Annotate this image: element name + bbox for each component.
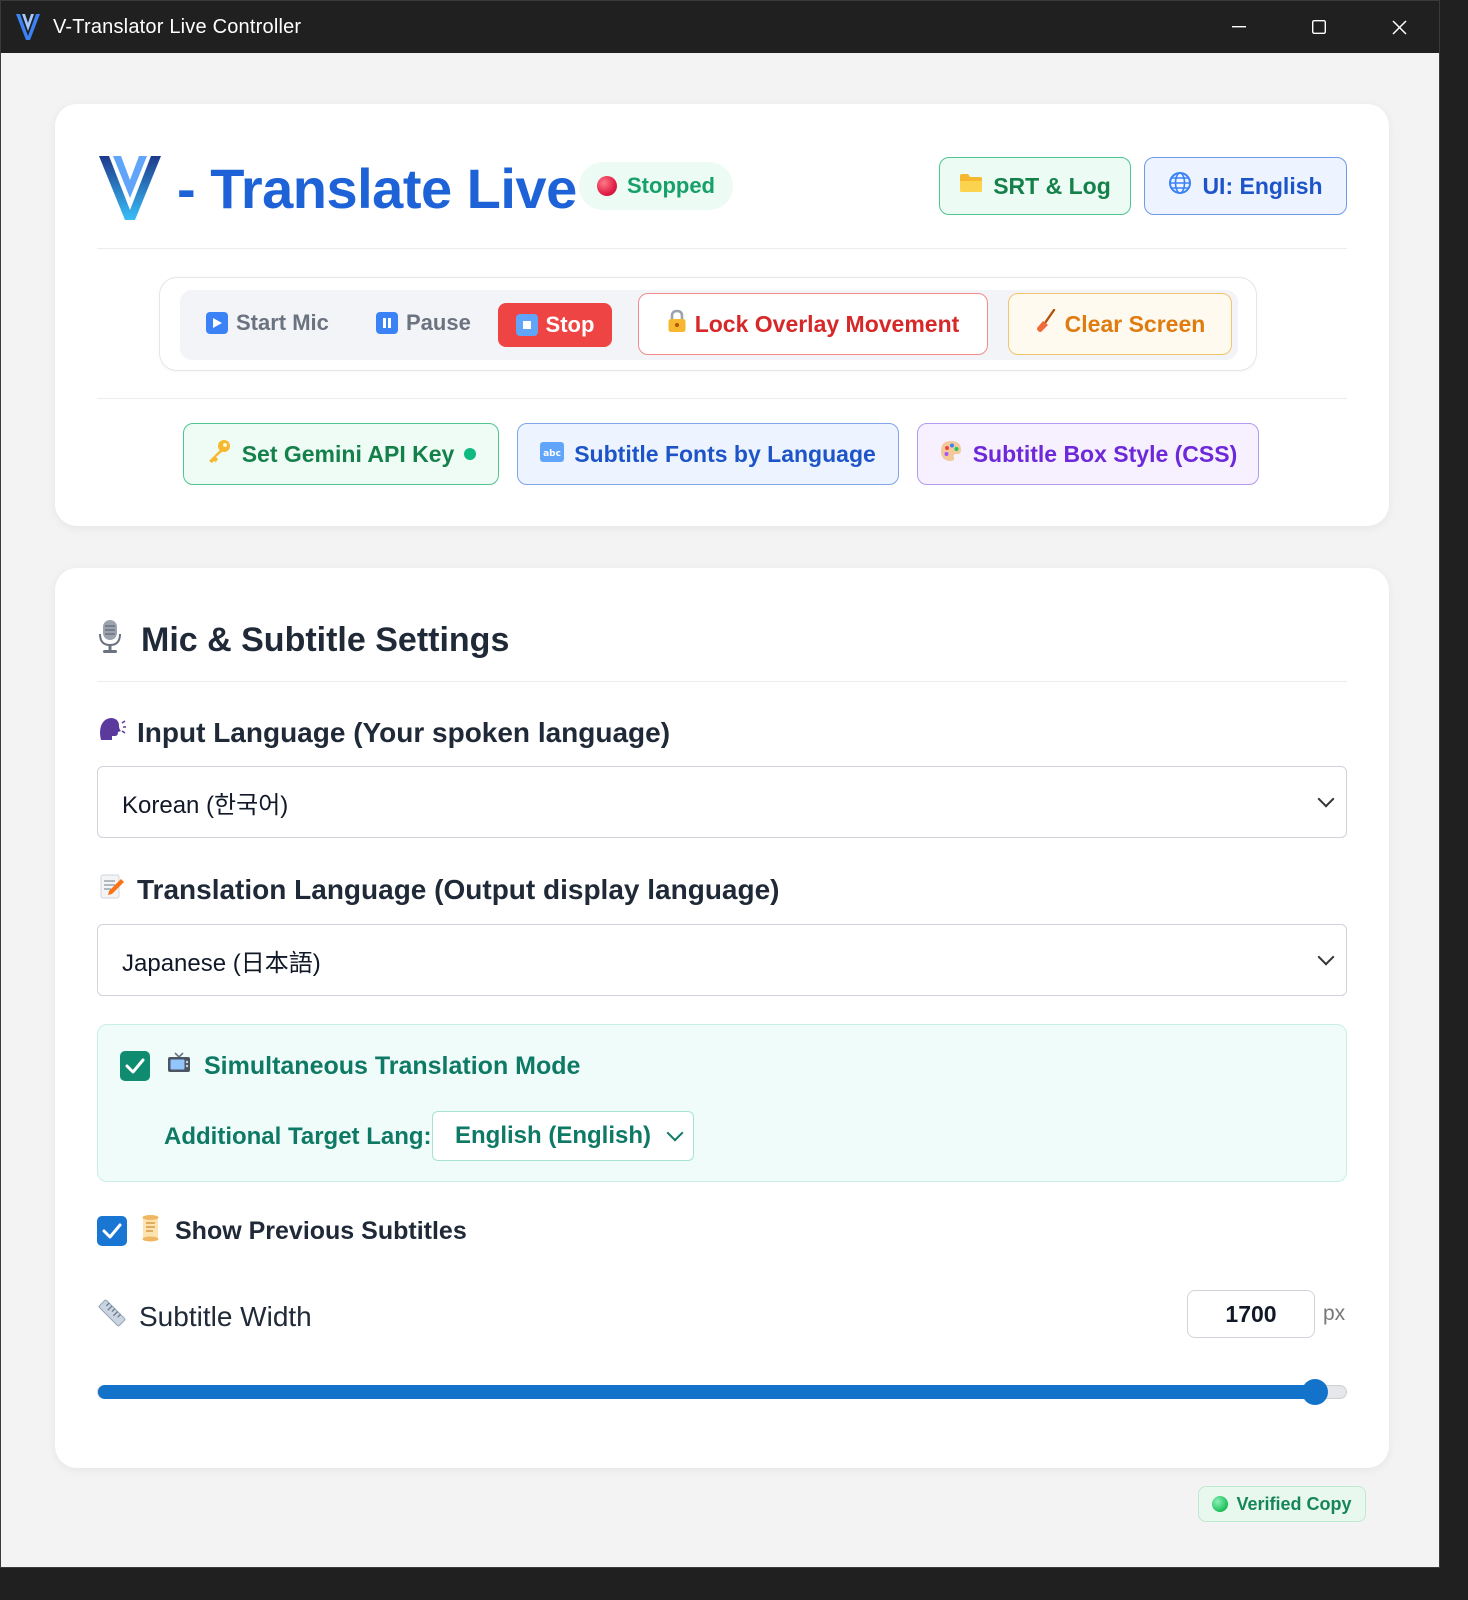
srt-log-label: SRT & Log bbox=[993, 172, 1111, 199]
control-panel-card: - Translate Live Stopped SRT & Log UI: E… bbox=[55, 104, 1389, 526]
divider bbox=[97, 248, 1347, 249]
globe-icon bbox=[1168, 171, 1192, 201]
show-previous-checkbox[interactable] bbox=[97, 1216, 127, 1246]
brand-title: - Translate Live bbox=[177, 157, 577, 220]
subtitle-box-style-label: Subtitle Box Style (CSS) bbox=[972, 440, 1238, 467]
speaking-head-icon bbox=[97, 714, 127, 751]
folder-icon bbox=[959, 173, 983, 199]
section-title: Mic & Subtitle Settings bbox=[97, 618, 509, 663]
lock-icon bbox=[667, 309, 687, 339]
translation-language-label-text: Translation Language (Output display lan… bbox=[137, 873, 780, 905]
lock-overlay-label: Lock Overlay Movement bbox=[694, 310, 960, 337]
srt-log-button[interactable]: SRT & Log bbox=[939, 157, 1131, 215]
slider-fill bbox=[98, 1385, 1315, 1399]
ruler-icon bbox=[97, 1298, 127, 1335]
ui-language-label: UI: English bbox=[1202, 172, 1323, 199]
brand-logo-icon bbox=[97, 152, 163, 222]
show-previous-label-text: Show Previous Subtitles bbox=[175, 1217, 467, 1245]
subtitle-width-slider[interactable] bbox=[97, 1379, 1347, 1405]
input-language-select[interactable]: Korean (한국어) bbox=[97, 766, 1347, 838]
divider bbox=[97, 398, 1347, 399]
green-circle-icon bbox=[1212, 1496, 1229, 1512]
input-language-value: Korean (한국어) bbox=[122, 791, 289, 819]
status-text: Stopped bbox=[627, 173, 715, 198]
show-previous-label: Show Previous Subtitles bbox=[139, 1214, 467, 1249]
subtitle-width-label: Subtitle Width bbox=[97, 1298, 312, 1335]
minimize-button[interactable] bbox=[1199, 1, 1279, 53]
ui-language-button[interactable]: UI: English bbox=[1144, 157, 1347, 215]
mic-subtitle-settings-card: Mic & Subtitle Settings Input Language (… bbox=[55, 568, 1389, 1468]
translation-language-select[interactable]: Japanese (日本語) bbox=[97, 924, 1347, 996]
chevron-down-icon bbox=[1317, 948, 1335, 966]
start-mic-label: Start Mic bbox=[236, 310, 329, 335]
translation-language-value: Japanese (日本語) bbox=[122, 949, 321, 977]
translation-language-label: Translation Language (Output display lan… bbox=[97, 871, 780, 908]
television-icon bbox=[166, 1051, 192, 1082]
simultaneous-mode-checkbox[interactable] bbox=[120, 1051, 150, 1081]
status-badge: Stopped bbox=[579, 162, 733, 210]
checkmark-icon bbox=[125, 1058, 145, 1074]
title-bar: V-Translator Live Controller bbox=[1, 1, 1439, 53]
close-button[interactable] bbox=[1359, 1, 1439, 53]
subtitle-width-input[interactable]: 1700 bbox=[1187, 1290, 1315, 1338]
subtitle-fonts-label: Subtitle Fonts by Language bbox=[574, 440, 876, 467]
window-title: V-Translator Live Controller bbox=[53, 15, 302, 38]
slider-thumb[interactable] bbox=[1301, 1379, 1328, 1405]
pause-icon bbox=[376, 312, 398, 334]
gemini-api-key-label: Set Gemini API Key bbox=[241, 440, 455, 467]
subtitle-width-unit: px bbox=[1323, 1302, 1346, 1325]
verified-copy-label: Verified Copy bbox=[1236, 1493, 1352, 1514]
memo-icon bbox=[97, 871, 127, 908]
additional-target-label: Additional Target Lang: bbox=[164, 1123, 432, 1150]
subtitle-box-style-button[interactable]: Subtitle Box Style (CSS) bbox=[917, 423, 1259, 485]
simultaneous-translation-box: Simultaneous Translation Mode Additional… bbox=[97, 1024, 1347, 1182]
section-title-text: Mic & Subtitle Settings bbox=[141, 621, 510, 659]
verified-copy-badge: Verified Copy bbox=[1198, 1486, 1366, 1522]
chevron-down-icon bbox=[1317, 790, 1335, 808]
additional-target-select[interactable]: English (English) bbox=[432, 1111, 694, 1161]
clear-screen-label: Clear Screen bbox=[1064, 310, 1206, 337]
app-logo-icon bbox=[15, 12, 41, 42]
stop-button[interactable]: Stop bbox=[498, 303, 612, 347]
playback-toolbar: Start Mic Pause Stop Lock Overlay Moveme… bbox=[159, 277, 1257, 371]
red-circle-icon bbox=[597, 176, 617, 196]
simultaneous-mode-label-text: Simultaneous Translation Mode bbox=[204, 1052, 581, 1080]
stop-label: Stop bbox=[545, 312, 595, 337]
broom-icon bbox=[1035, 308, 1057, 339]
lock-overlay-button[interactable]: Lock Overlay Movement bbox=[638, 293, 988, 355]
scroll-icon bbox=[139, 1214, 163, 1249]
set-gemini-api-key-button[interactable]: Set Gemini API Key bbox=[183, 423, 499, 485]
pause-label: Pause bbox=[406, 310, 471, 335]
key-icon bbox=[206, 438, 232, 470]
microphone-icon bbox=[97, 618, 123, 663]
input-language-label: Input Language (Your spoken language) bbox=[97, 714, 670, 751]
api-key-status-dot bbox=[464, 448, 477, 460]
playback-toolbar-inner: Start Mic Pause Stop Lock Overlay Moveme… bbox=[180, 290, 1238, 360]
divider bbox=[97, 681, 1347, 682]
subtitle-width-label-text: Subtitle Width bbox=[139, 1300, 312, 1332]
simultaneous-mode-label: Simultaneous Translation Mode bbox=[166, 1051, 580, 1082]
stop-icon bbox=[515, 314, 538, 336]
palette-icon bbox=[939, 439, 963, 469]
checkmark-icon bbox=[102, 1223, 122, 1239]
subtitle-fonts-button[interactable]: abc Subtitle Fonts by Language bbox=[517, 423, 899, 485]
play-icon bbox=[206, 312, 228, 334]
input-language-label-text: Input Language (Your spoken language) bbox=[137, 716, 671, 748]
start-mic-button[interactable]: Start Mic bbox=[206, 310, 329, 336]
pause-button[interactable]: Pause bbox=[376, 310, 471, 336]
app-window: V-Translator Live Controller - Translate… bbox=[0, 0, 1440, 1568]
clear-screen-button[interactable]: Clear Screen bbox=[1008, 293, 1232, 355]
additional-target-value: English (English) bbox=[455, 1122, 651, 1149]
svg-text:abc: abc bbox=[543, 449, 561, 459]
maximize-button[interactable] bbox=[1279, 1, 1359, 53]
chevron-down-icon bbox=[666, 1124, 684, 1142]
abc-icon: abc bbox=[540, 441, 565, 468]
